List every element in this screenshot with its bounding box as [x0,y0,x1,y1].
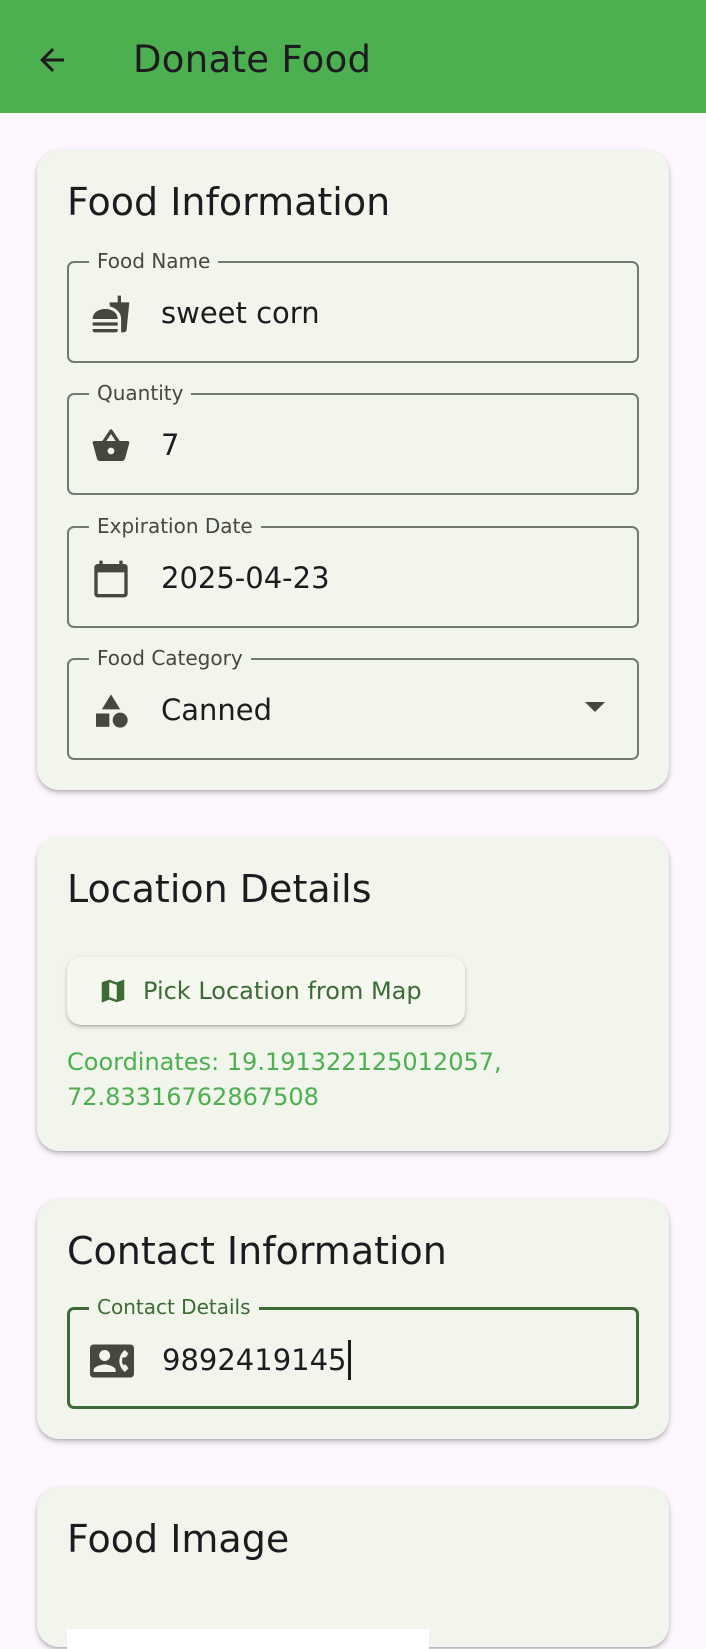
coordinates-text: Coordinates: 19.191322125012057, 72.8331… [67,1048,502,1111]
contact-details-value: 9892419145 [162,1343,347,1377]
location-details-card: Location Details Pick Location from Map … [37,837,669,1151]
page-title: Donate Food [133,38,372,81]
food-category-label: Food Category [89,646,251,670]
quantity-label: Quantity [89,381,192,405]
calendar-icon [89,557,133,601]
food-name-value: sweet corn [161,296,320,330]
quantity-field[interactable]: Quantity 7 [67,381,639,495]
arrow-back-icon [40,48,64,72]
quantity-value: 7 [161,428,180,462]
food-information-card: Food Information Food Name sweet corn Qu… [37,150,669,790]
fastfood-icon [89,292,133,336]
food-category-value: Canned [161,693,273,727]
category-icon [89,689,133,733]
food-name-field[interactable]: Food Name sweet corn [67,249,639,363]
food-name-label: Food Name [89,249,219,273]
food-image-card: Food Image [37,1487,669,1649]
map-icon [97,975,129,1007]
dropdown-arrow-icon[interactable] [585,702,605,712]
expiration-date-label: Expiration Date [89,514,261,538]
contact-details-label: Contact Details [89,1295,259,1319]
section-title-food-information: Food Information [67,180,391,224]
food-category-dropdown[interactable]: Food Category Canned [67,646,639,760]
expiration-date-field[interactable]: Expiration Date 2025-04-23 [67,514,639,628]
pick-location-label: Pick Location from Map [143,977,422,1005]
expiration-date-value: 2025-04-23 [161,561,330,595]
section-title-contact-information: Contact Information [67,1229,447,1273]
image-picker-area[interactable] [67,1629,429,1649]
app-bar: Donate Food [0,0,706,113]
basket-icon [89,424,133,468]
text-caret [347,1340,351,1380]
contact-details-field[interactable]: Contact Details 9892419145 [67,1295,639,1409]
back-button[interactable] [30,38,74,82]
contact-details-input[interactable]: 9892419145 [162,1340,351,1380]
contact-information-card: Contact Information Contact Details 9892… [37,1199,669,1439]
pick-location-button[interactable]: Pick Location from Map [67,957,465,1025]
contact-phone-icon [90,1339,134,1383]
section-title-location-details: Location Details [67,867,372,911]
section-title-food-image: Food Image [67,1517,290,1561]
